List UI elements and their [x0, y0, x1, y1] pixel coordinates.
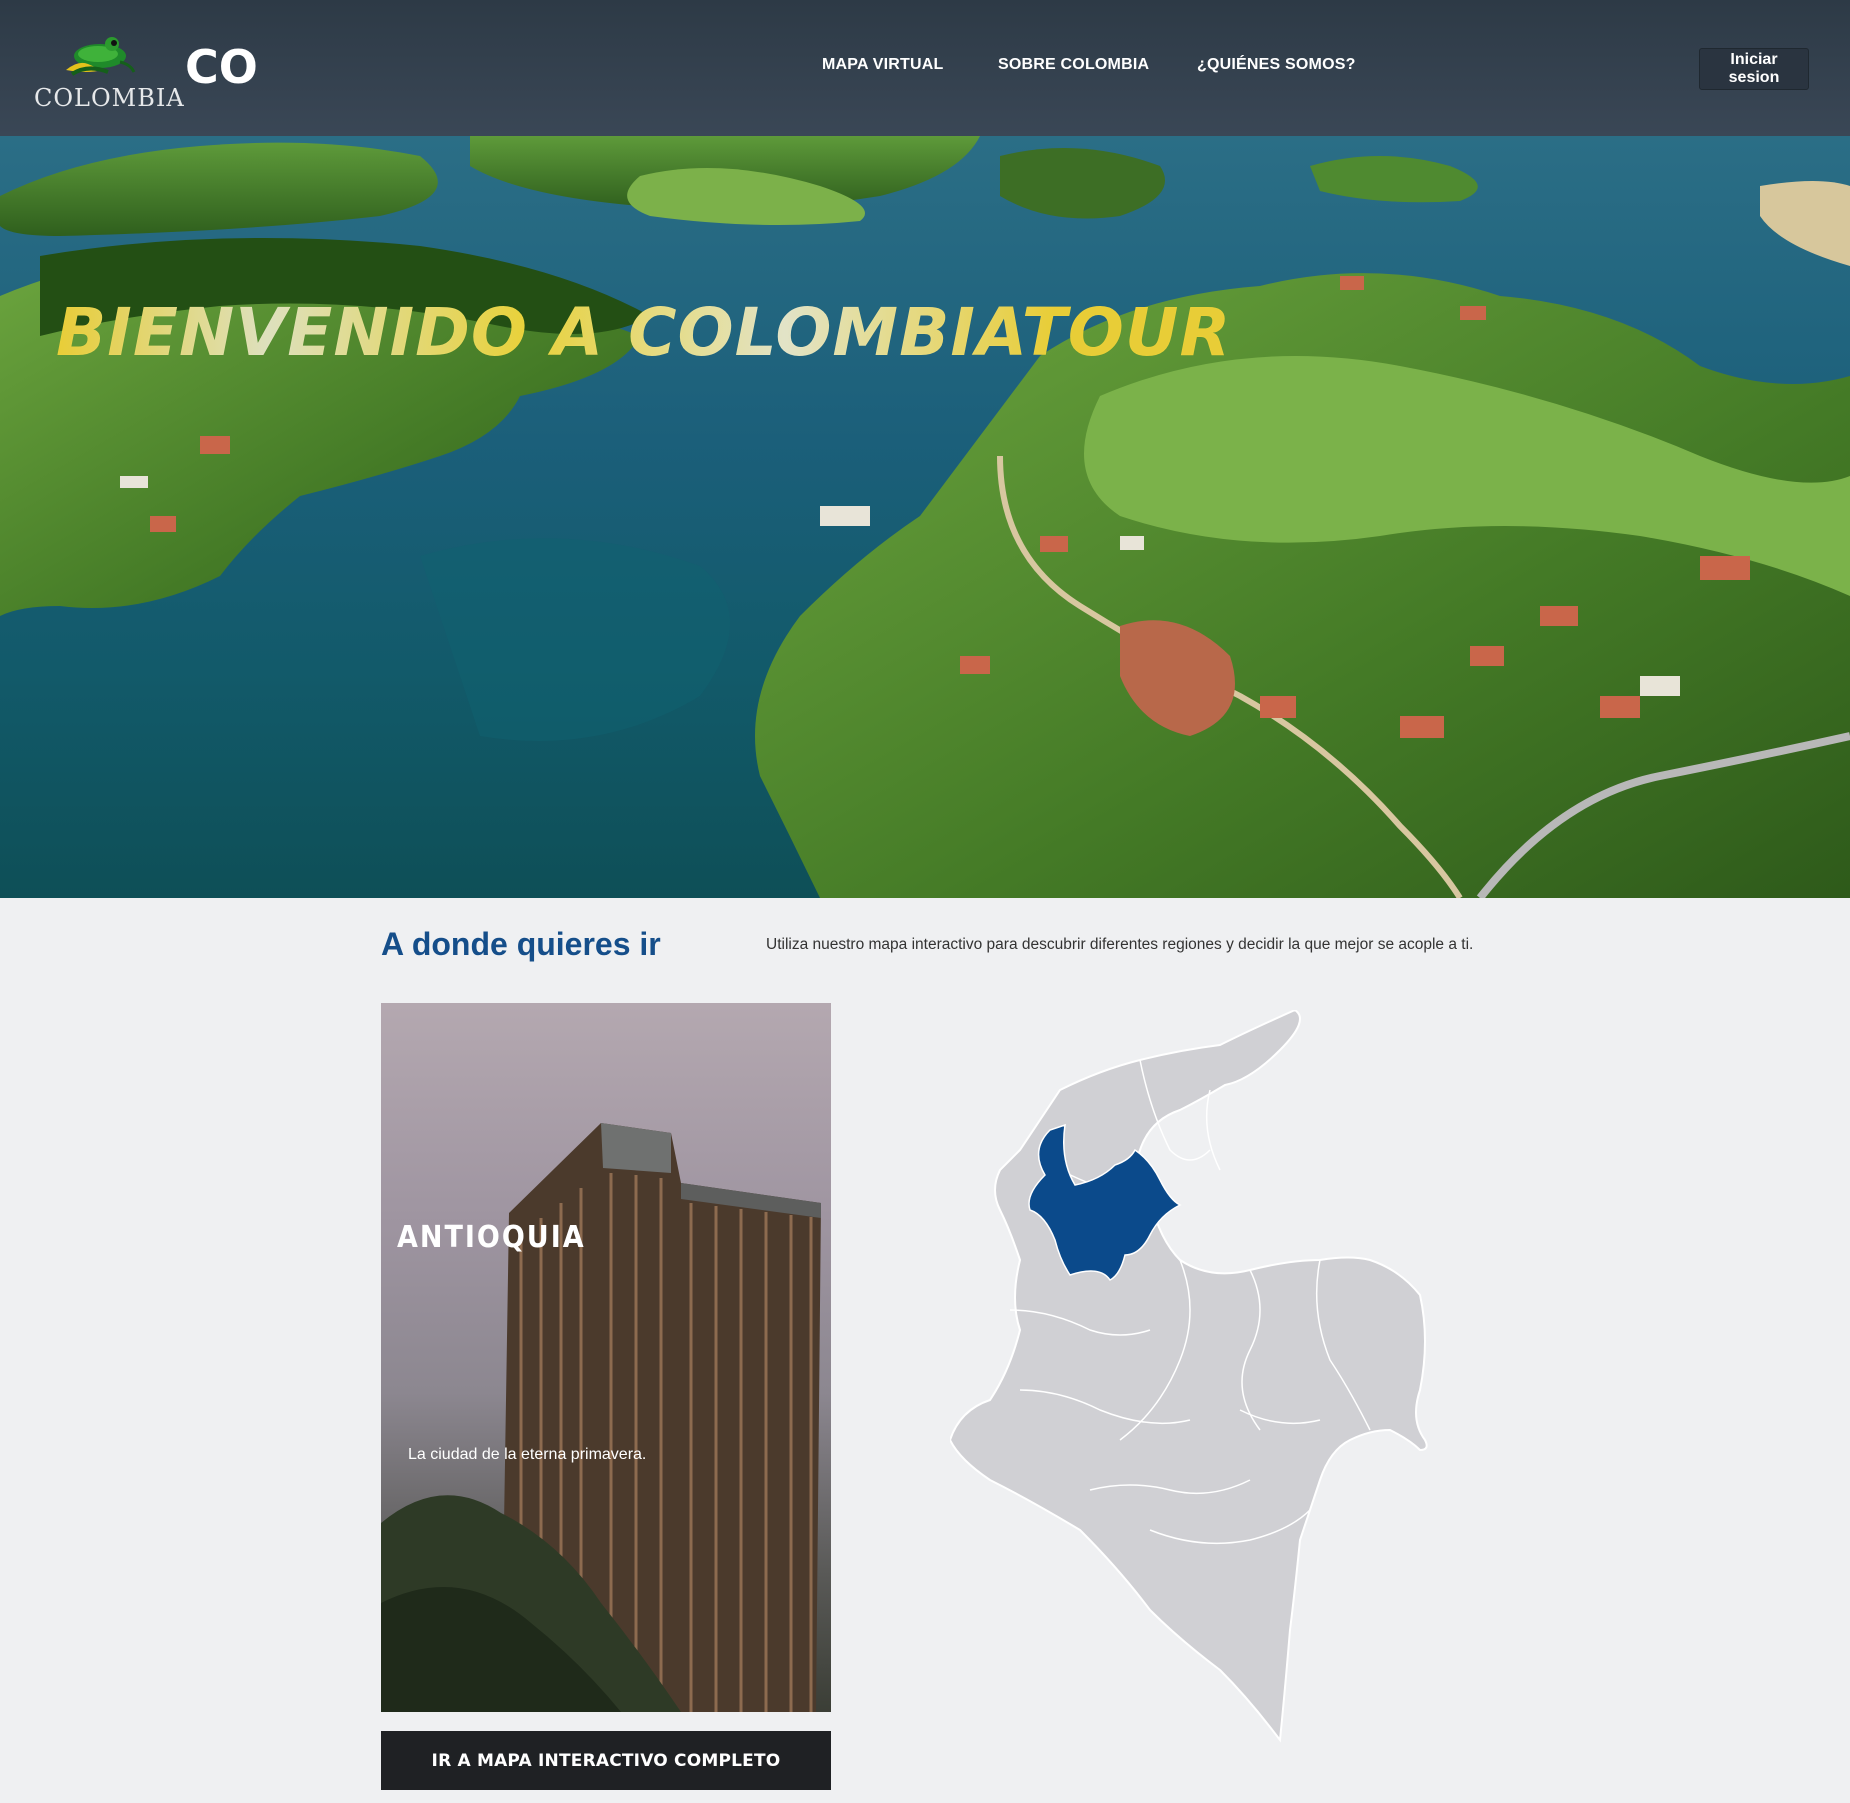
section-title: A donde quieres ir — [381, 926, 661, 962]
hero-banner: BIENVENIDO A COLOMBIATOUR — [0, 136, 1850, 898]
logo-text: COLOMBIA — [34, 84, 185, 112]
nav-mapa-virtual[interactable]: MAPA VIRTUAL — [822, 56, 944, 74]
frog-icon — [66, 37, 136, 76]
hero-landscape-image — [0, 136, 1850, 898]
card-region-tagline: La ciudad de la eterna primavera. — [408, 1446, 647, 1463]
region-card[interactable]: ANTIOQUIA La ciudad de la eterna primave… — [381, 1003, 831, 1712]
full-map-button[interactable]: IR A MAPA INTERACTIVO COMPLETO — [381, 1731, 831, 1790]
colombia-map[interactable] — [950, 1010, 1490, 1750]
login-button[interactable]: Iniciar sesion — [1699, 48, 1809, 90]
section-description: Utiliza nuestro mapa interactivo para de… — [766, 936, 1474, 953]
building-photo — [381, 1123, 821, 1712]
hero-title: BIENVENIDO A COLOMBIATOUR — [56, 294, 1232, 371]
site-logo[interactable]: COLOMBIA — [34, 34, 185, 114]
nav-quienes-somos[interactable]: ¿QUIÉNES SOMOS? — [1197, 56, 1356, 74]
brand-name[interactable]: CO — [185, 40, 258, 94]
map-colombia-base[interactable] — [950, 1010, 1428, 1743]
nav-sobre-colombia[interactable]: SOBRE COLOMBIA — [998, 56, 1149, 74]
navbar: COLOMBIA CO MAPA VIRTUAL SOBRE COLOMBIA … — [0, 0, 1850, 136]
card-region-title: ANTIOQUIA — [397, 1220, 586, 1255]
